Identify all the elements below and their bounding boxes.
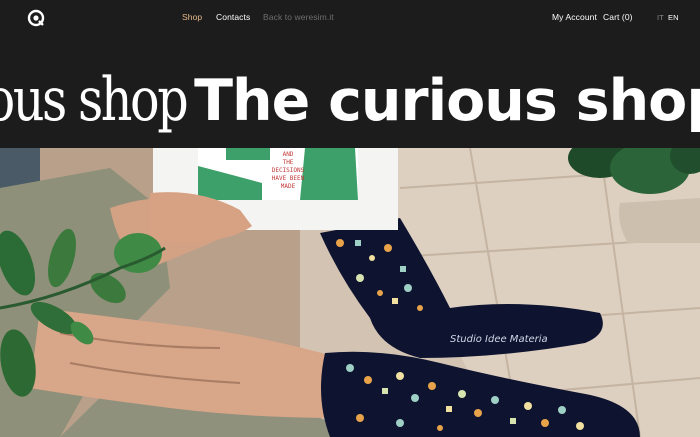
nav-contacts-link[interactable]: Contacts: [216, 12, 250, 22]
hero-photo: AND THE DECISIONS HAVE BEEN MADE Studio …: [0, 148, 700, 437]
card-text-line-3: DECISIONS: [272, 167, 305, 174]
hero-sans-text: The curious shop: [194, 68, 700, 134]
card-text-line-4: HAVE BEEN: [272, 175, 305, 182]
nav-shop-link[interactable]: Shop: [182, 12, 202, 22]
studio-logo-icon[interactable]: [27, 9, 45, 27]
nav-account-link[interactable]: My Account: [552, 12, 597, 22]
lang-en-link[interactable]: EN: [668, 13, 679, 22]
hero-serif-text: curious shop: [0, 65, 189, 135]
sock-label-text: Studio Idee Materia: [450, 334, 548, 345]
card-text-line-1: AND: [283, 151, 294, 158]
card-text-line-2: THE: [283, 159, 294, 166]
nav-back-link[interactable]: Back to weresim.it: [263, 12, 334, 22]
card-text-line-5: MADE: [281, 183, 296, 190]
hero-marquee: curious shop The curious shop: [0, 62, 700, 148]
nav-cart-link[interactable]: Cart (0): [603, 12, 633, 22]
lang-it-link[interactable]: IT: [657, 13, 664, 22]
top-navigation: Shop Contacts Back to weresim.it My Acco…: [0, 0, 700, 34]
